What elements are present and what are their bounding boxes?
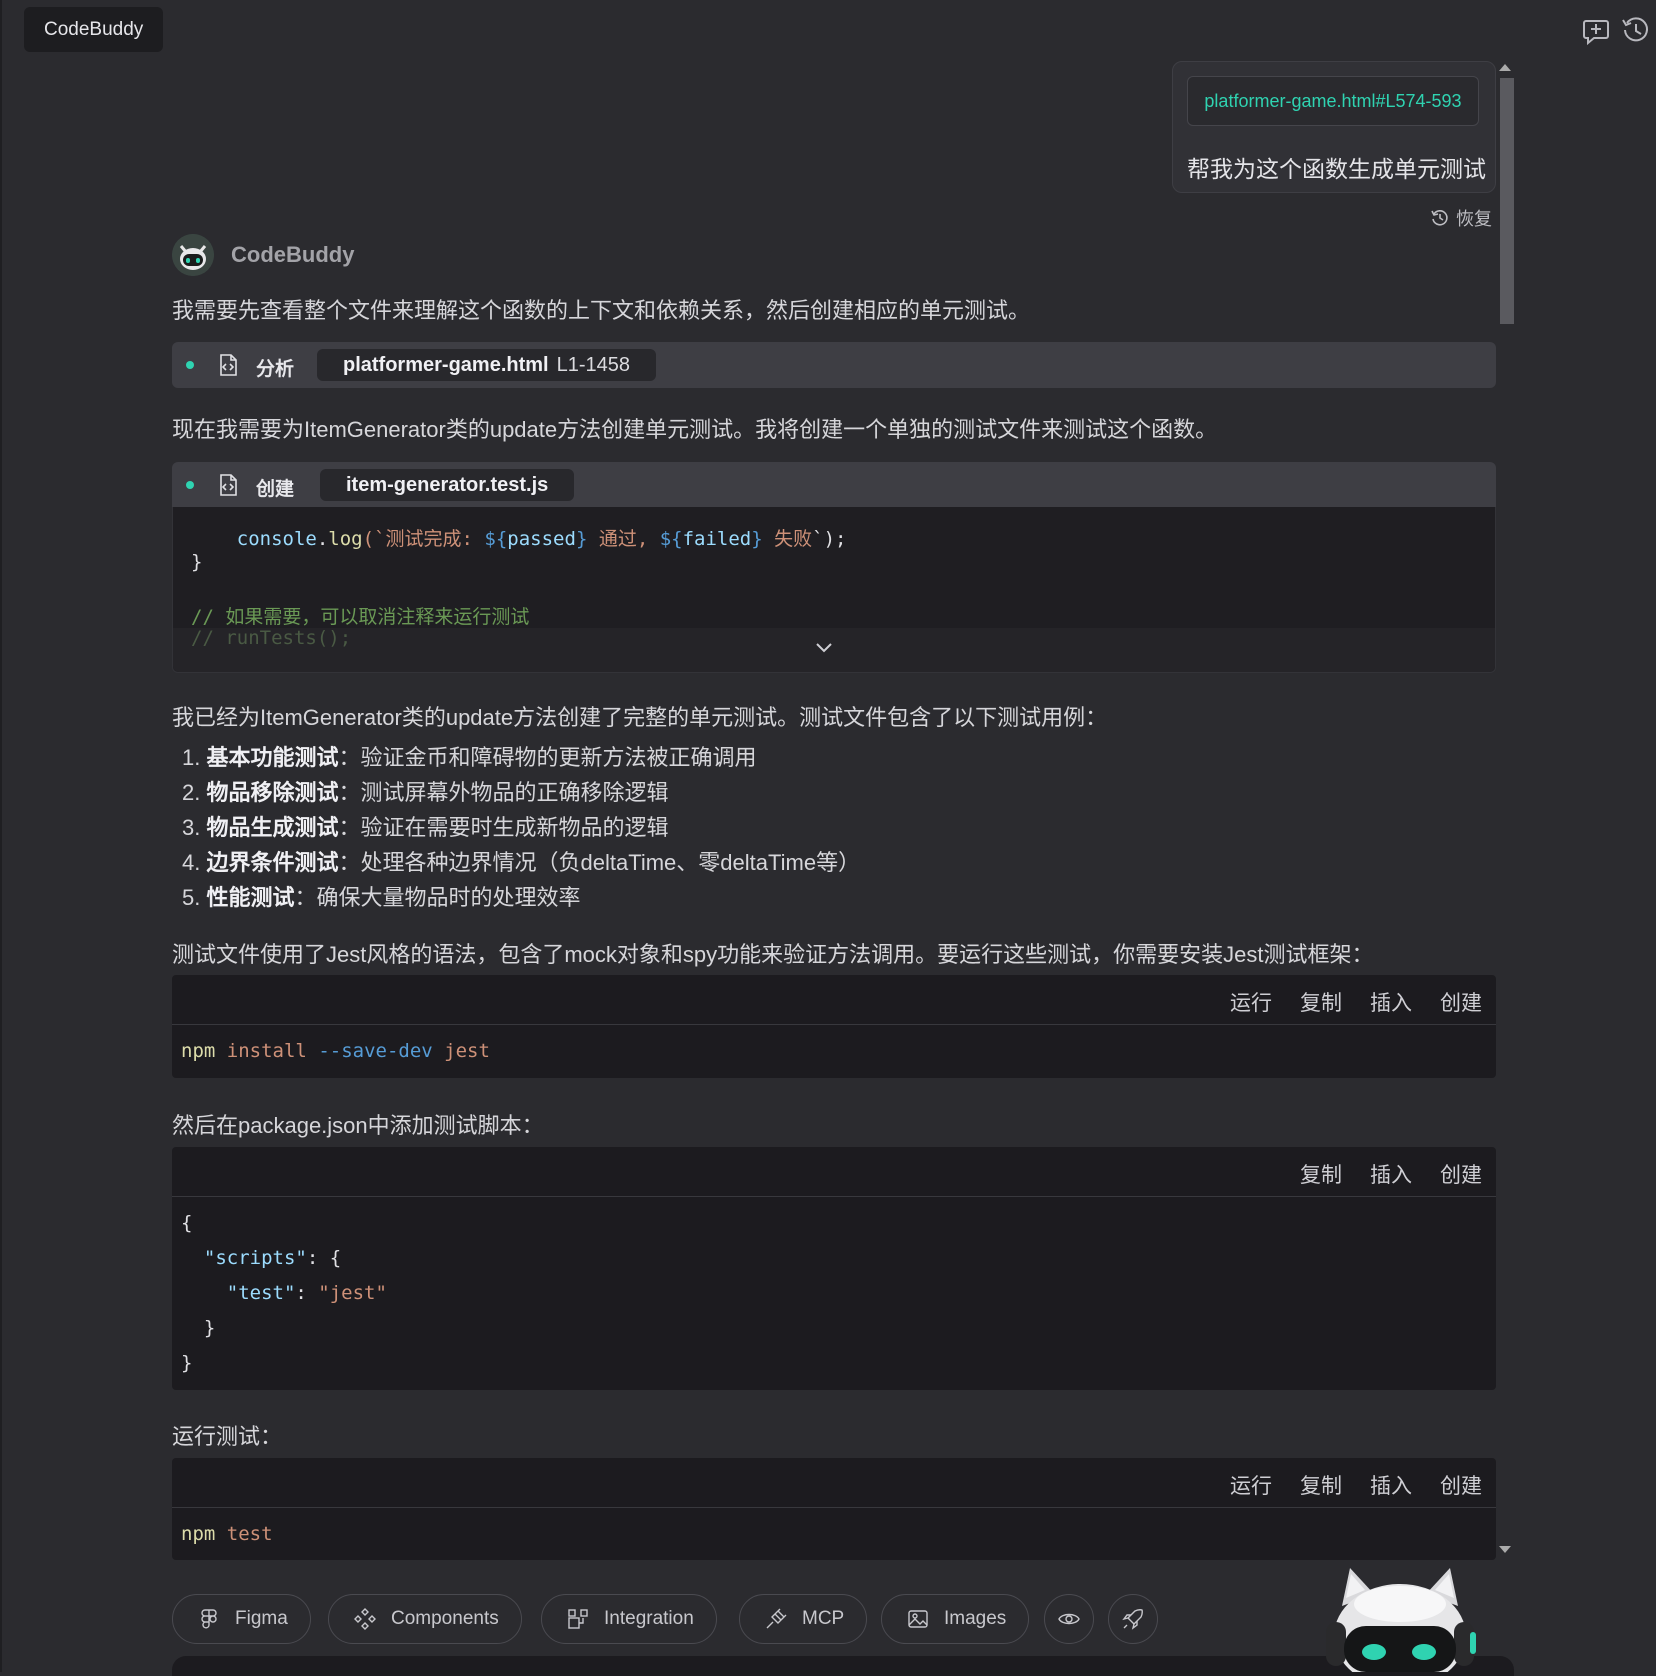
code-comment: // 如果需要，可以取消注释来运行测试 [191, 606, 530, 628]
add-chat-icon[interactable] [1580, 14, 1612, 46]
code-content: npm test [181, 1523, 273, 1545]
chat-input-box[interactable] [172, 1656, 1514, 1676]
tool-analyze-row[interactable]: 分析 platformer-game.html L1-1458 [172, 342, 1496, 388]
run-button[interactable]: 运行 [1230, 987, 1272, 1017]
images-chip[interactable]: Images [881, 1594, 1030, 1644]
assistant-avatar [172, 234, 214, 276]
integration-chip[interactable]: Integration [541, 1594, 717, 1644]
scroll-down-arrow[interactable] [1499, 1546, 1511, 1553]
assistant-text-4: 测试文件使用了Jest风格的语法，包含了mock对象和spy功能来验证方法调用。… [172, 942, 1374, 967]
list-item: 5. 性能测试：确保大量物品时的处理效率 [182, 885, 581, 910]
code-file-icon [220, 474, 237, 496]
code-content: { "scripts": { "test": "jest" } } [181, 1212, 387, 1374]
copy-button[interactable]: 复制 [1300, 1470, 1342, 1500]
panel-border [0, 0, 2, 1672]
code-block-package-json: 复制 插入 创建 { "scripts": { "test": "jest" }… [172, 1147, 1496, 1390]
insert-button[interactable]: 插入 [1370, 987, 1412, 1017]
test-case-list: 1. 基本功能测试：验证金币和障碍物的更新方法被正确调用 2. 物品移除测试：测… [182, 740, 860, 915]
copy-button[interactable]: 复制 [1300, 987, 1342, 1017]
tool-action-label: 分析 [256, 359, 295, 380]
mcp-chip[interactable]: MCP [739, 1594, 868, 1644]
status-dot [186, 481, 194, 489]
code-preview: console.log(`测试完成: ${passed} 通过, ${faile… [172, 507, 1496, 673]
mascot-robot-icon [1326, 1568, 1476, 1672]
preview-toggle-button[interactable] [1044, 1594, 1094, 1644]
create-button[interactable]: 创建 [1440, 987, 1482, 1017]
assistant-name: CodeBuddy [231, 242, 355, 267]
assistant-text-6: 运行测试： [172, 1424, 283, 1449]
components-chip[interactable]: Components [328, 1594, 522, 1644]
expand-preview-bar[interactable]: // runTests(); [173, 627, 1495, 672]
tool-file-chip[interactable]: platformer-game.html L1-1458 [317, 349, 656, 381]
tool-file-name: item-generator.test.js [346, 473, 549, 496]
code-block-install: 运行 复制 插入 创建 npm install --save-dev jest [172, 975, 1496, 1078]
list-item: 1. 基本功能测试：验证金币和障碍物的更新方法被正确调用 [182, 745, 757, 770]
assistant-text-3: 我已经为ItemGenerator类的update方法创建了完整的单元测试。测试… [172, 705, 1108, 730]
code-block-test: 运行 复制 插入 创建 npm test [172, 1458, 1496, 1560]
code-block-toolbar: 运行 复制 插入 创建 [172, 975, 1496, 1025]
restore-label: 恢复 [1456, 209, 1492, 229]
insert-button[interactable]: 插入 [1370, 1470, 1412, 1500]
code-line: } [191, 551, 203, 573]
code-line: console.log(`测试完成: ${passed} 通过, ${faile… [236, 528, 847, 550]
restore-icon [1431, 210, 1448, 226]
list-item: 4. 边界条件测试：处理各种边界情况（负deltaTime、零deltaTime… [182, 850, 861, 875]
code-block-toolbar: 运行 复制 插入 创建 [172, 1458, 1496, 1508]
scroll-up-arrow[interactable] [1499, 64, 1511, 71]
create-button[interactable]: 创建 [1440, 1470, 1482, 1500]
rocket-icon [1122, 1609, 1143, 1630]
create-button[interactable]: 创建 [1440, 1159, 1482, 1189]
image-icon [908, 1610, 928, 1628]
panel-tab-title[interactable]: CodeBuddy [24, 7, 164, 52]
components-icon [354, 1608, 376, 1630]
run-button[interactable]: 运行 [1230, 1470, 1272, 1500]
tool-create-row[interactable]: 创建 item-generator.test.js [172, 462, 1496, 508]
status-dot [186, 361, 194, 369]
chevron-down-icon[interactable] [813, 636, 835, 658]
code-content: npm install --save-dev jest [181, 1040, 490, 1062]
deploy-button[interactable] [1108, 1594, 1158, 1644]
code-file-icon [220, 354, 237, 376]
tool-file-chip[interactable]: item-generator.test.js [320, 469, 575, 501]
tool-file-name: platformer-game.html [343, 353, 549, 376]
code-comment: // runTests(); [191, 627, 352, 649]
list-item: 2. 物品移除测试：测试屏幕外物品的正确移除逻辑 [182, 780, 669, 805]
tool-action-label: 创建 [256, 479, 295, 500]
plug-icon [766, 1608, 787, 1629]
restore-button[interactable]: 恢复 [1430, 205, 1492, 231]
insert-button[interactable]: 插入 [1370, 1159, 1412, 1189]
integration-icon [568, 1609, 588, 1629]
robot-avatar-icon [172, 234, 214, 276]
figma-icon [201, 1609, 217, 1629]
tool-file-range: L1-1458 [556, 353, 630, 376]
assistant-text-2: 现在我需要为ItemGenerator类的update方法创建单元测试。我将创建… [172, 417, 1218, 442]
eye-icon [1058, 1613, 1080, 1625]
assistant-text-5: 然后在package.json中添加测试脚本： [172, 1113, 544, 1138]
user-message-text: 帮我为这个函数生成单元测试 [1187, 156, 1486, 182]
list-item: 3. 物品生成测试：验证在需要时生成新物品的逻辑 [182, 815, 669, 840]
code-block-toolbar: 复制 插入 创建 [172, 1147, 1496, 1197]
user-message-bubble: platformer-game.html#L574-593 帮我为这个函数生成单… [1172, 61, 1496, 193]
history-icon[interactable] [1620, 14, 1652, 46]
scrollbar-thumb[interactable] [1500, 78, 1514, 324]
copy-button[interactable]: 复制 [1300, 1159, 1342, 1189]
file-reference-chip[interactable]: platformer-game.html#L574-593 [1187, 76, 1479, 126]
figma-chip[interactable]: Figma [172, 1594, 311, 1644]
codebuddy-chat-panel: CodeBuddy platformer-game.html#L574-593 … [0, 0, 1656, 1676]
assistant-intro-text: 我需要先查看整个文件来理解这个函数的上下文和依赖关系，然后创建相应的单元测试。 [172, 298, 1031, 323]
